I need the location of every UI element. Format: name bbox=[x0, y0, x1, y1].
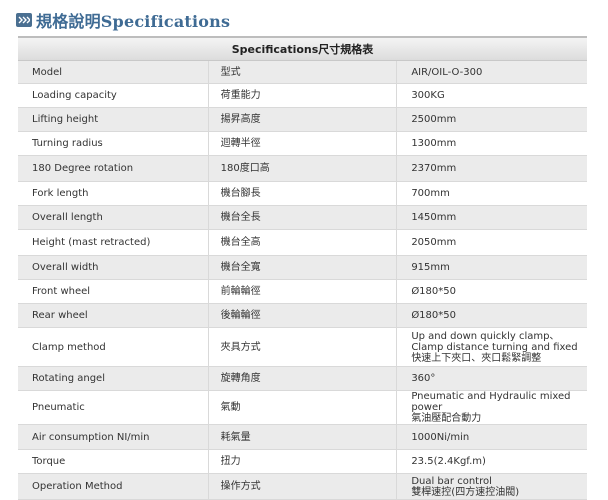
double-chevron-right-icon bbox=[16, 13, 32, 27]
spec-label: Overall width bbox=[18, 256, 208, 280]
table-row: Air consumption NI/min 耗氣量 1000Ni/min bbox=[18, 425, 587, 450]
spec-value: Up and down quickly clamp、Clamp distance… bbox=[397, 328, 587, 367]
spec-label-zh: 後輪輪徑 bbox=[207, 304, 398, 328]
spec-value-text: 700mm bbox=[411, 188, 450, 199]
spec-label: Pneumatic bbox=[18, 391, 208, 425]
spec-value-text: 300KG bbox=[411, 90, 445, 101]
spec-value: 2500mm bbox=[397, 108, 587, 132]
spec-value-text: Ø180*50 bbox=[411, 286, 456, 297]
spec-value-text: Ø180*50 bbox=[411, 310, 456, 321]
spec-value-text: 2050mm bbox=[411, 237, 457, 248]
table-row: Overall width 機台全寬 915mm bbox=[18, 256, 587, 280]
spec-label-zh: 荷重能力 bbox=[207, 84, 398, 108]
spec-value-text: 360° bbox=[411, 373, 436, 384]
table-row: Loading capacity 荷重能力 300KG bbox=[18, 84, 587, 108]
table-row: Model 型式 AIR/OIL-O-300 bbox=[18, 61, 587, 84]
spec-value-zh: 雙桿速控(四方速控油閥) bbox=[411, 486, 520, 498]
spec-label: Air consumption NI/min bbox=[18, 425, 208, 450]
spec-value-text: 2370mm bbox=[411, 163, 457, 174]
table-row: Clamp method 夾具方式 Up and down quickly cl… bbox=[18, 328, 587, 367]
table-row: 180 Degree rotation 180度口高 2370mm bbox=[18, 156, 587, 182]
spec-value: AIR/OIL-O-300 bbox=[397, 61, 587, 84]
spec-label: Overall length bbox=[18, 206, 208, 230]
table-row: Fork length 機台腳長 700mm bbox=[18, 182, 587, 206]
spec-value: 23.5(2.4Kgf.m) bbox=[397, 450, 587, 474]
spec-label: Clamp method bbox=[18, 328, 208, 367]
specifications-table: Specifications尺寸規格表 Model 型式 AIR/OIL-O-3… bbox=[18, 36, 587, 500]
table-row: Rotating angel 旋轉角度 360° bbox=[18, 367, 587, 391]
spec-label-zh: 機台全長 bbox=[207, 206, 398, 230]
spec-label: Operation Method bbox=[18, 474, 208, 500]
spec-label-zh: 型式 bbox=[207, 61, 398, 84]
spec-value: Dual bar control 雙桿速控(四方速控油閥) bbox=[397, 474, 587, 500]
spec-label: 180 Degree rotation bbox=[18, 156, 208, 182]
spec-value: Pneumatic and Hydraulic mixed power 氣油壓配合… bbox=[397, 391, 587, 425]
spec-value: 1000Ni/min bbox=[397, 425, 587, 450]
table-row: Rear wheel 後輪輪徑 Ø180*50 bbox=[18, 304, 587, 328]
spec-label-zh: 扭力 bbox=[207, 450, 398, 474]
spec-value-text: 23.5(2.4Kgf.m) bbox=[411, 456, 486, 467]
spec-label-zh: 旋轉角度 bbox=[207, 367, 398, 391]
table-row: Operation Method 操作方式 Dual bar control 雙桿… bbox=[18, 474, 587, 500]
spec-label: Fork length bbox=[18, 182, 208, 206]
spec-label-zh: 迴轉半徑 bbox=[207, 132, 398, 156]
table-row: Front wheel 前輪輪徑 Ø180*50 bbox=[18, 280, 587, 304]
spec-value-text: Pneumatic and Hydraulic mixed power bbox=[411, 391, 571, 413]
spec-label-zh: 耗氣量 bbox=[207, 425, 398, 450]
table-title: Specifications尺寸規格表 bbox=[18, 36, 587, 61]
spec-value-text: AIR/OIL-O-300 bbox=[411, 66, 483, 78]
specifications-table-container: Specifications尺寸規格表 Model 型式 AIR/OIL-O-3… bbox=[18, 36, 587, 500]
spec-label-zh: 夾具方式 bbox=[207, 328, 398, 367]
spec-value: 300KG bbox=[397, 84, 587, 108]
spec-label: Height (mast retracted) bbox=[18, 230, 208, 256]
spec-label: Torque bbox=[18, 450, 208, 474]
spec-label: Lifting height bbox=[18, 108, 208, 132]
spec-value-text: 915mm bbox=[411, 262, 450, 273]
spec-value-text: Up and down quickly clamp、Clamp distance… bbox=[411, 330, 578, 353]
spec-value: Ø180*50 bbox=[397, 304, 587, 328]
spec-label-zh: 機台全高 bbox=[207, 230, 398, 256]
spec-value: Ø180*50 bbox=[397, 280, 587, 304]
spec-value-zh: 氣油壓配合動力 bbox=[411, 413, 482, 424]
spec-value: 2370mm bbox=[397, 156, 587, 182]
spec-value-text: 1000Ni/min bbox=[411, 431, 470, 443]
spec-label: Turning radius bbox=[18, 132, 208, 156]
spec-label: Loading capacity bbox=[18, 84, 208, 108]
spec-value-text: 2500mm bbox=[411, 114, 457, 125]
spec-value: 2050mm bbox=[397, 230, 587, 256]
spec-label-zh: 氣動 bbox=[207, 391, 398, 425]
spec-label-zh: 機台全寬 bbox=[207, 256, 398, 280]
spec-label: Front wheel bbox=[18, 280, 208, 304]
spec-label: Model bbox=[18, 61, 208, 84]
spec-label: Rotating angel bbox=[18, 367, 208, 391]
page-title: 規格說明Specifications bbox=[36, 12, 231, 31]
spec-label-zh: 揚昇高度 bbox=[207, 108, 398, 132]
spec-value: 1450mm bbox=[397, 206, 587, 230]
section-heading: 規格說明Specifications bbox=[16, 7, 230, 33]
table-row: Height (mast retracted) 機台全高 2050mm bbox=[18, 230, 587, 256]
spec-label-zh: 操作方式 bbox=[207, 474, 398, 500]
spec-value: 700mm bbox=[397, 182, 587, 206]
spec-value-zh: 快速上下夾口、夾口鬆緊調整 bbox=[411, 352, 542, 364]
spec-label-zh: 前輪輪徑 bbox=[207, 280, 398, 304]
spec-label-zh: 機台腳長 bbox=[207, 182, 398, 206]
spec-value-text: 1450mm bbox=[411, 212, 457, 223]
spec-label-zh: 180度口高 bbox=[207, 156, 398, 182]
table-row: Torque 扭力 23.5(2.4Kgf.m) bbox=[18, 450, 587, 474]
table-row: Turning radius 迴轉半徑 1300mm bbox=[18, 132, 587, 156]
spec-label: Rear wheel bbox=[18, 304, 208, 328]
spec-value-text: 1300mm bbox=[411, 138, 457, 149]
spec-value: 1300mm bbox=[397, 132, 587, 156]
table-row: Overall length 機台全長 1450mm bbox=[18, 206, 587, 230]
table-row: Pneumatic 氣動 Pneumatic and Hydraulic mix… bbox=[18, 391, 587, 425]
spec-value: 915mm bbox=[397, 256, 587, 280]
spec-value: 360° bbox=[397, 367, 587, 391]
table-row: Lifting height 揚昇高度 2500mm bbox=[18, 108, 587, 132]
